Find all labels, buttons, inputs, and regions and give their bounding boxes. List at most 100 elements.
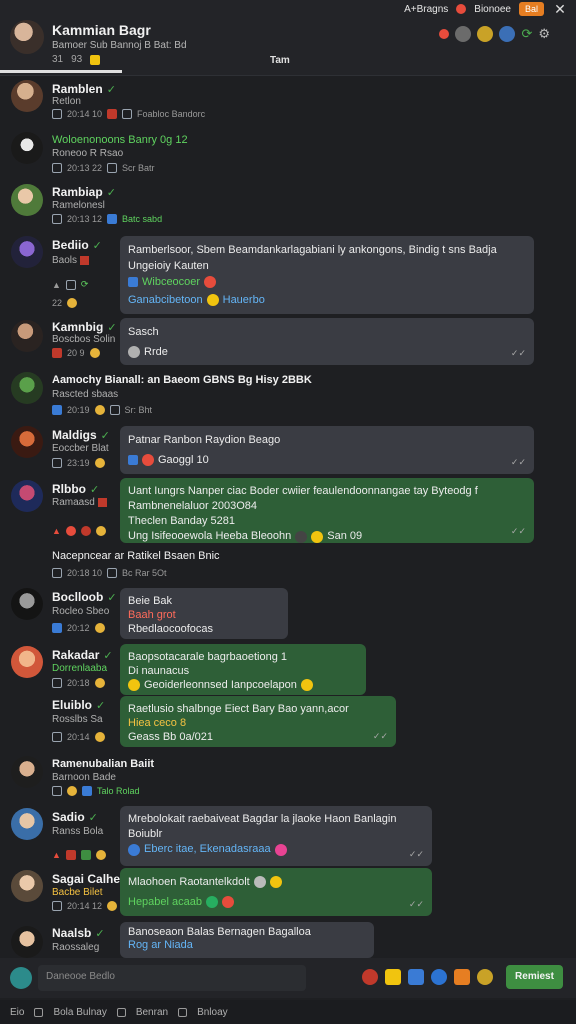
sender-subtitle: Bacbe Bilet xyxy=(52,887,103,898)
avatar[interactable] xyxy=(11,808,43,840)
avatar[interactable] xyxy=(11,184,43,216)
reactions: Hepabel acaab xyxy=(128,894,424,910)
record-icon[interactable] xyxy=(362,969,378,985)
alert-icon[interactable] xyxy=(456,4,467,14)
footer-item-2[interactable]: Bola Bulnay xyxy=(53,1007,106,1018)
chat-header: A+Bragns Bionoee Bal ✕ Kammian Bagr Bamo… xyxy=(0,0,576,76)
message-bubble[interactable]: Ramberlsoor, Sbem Beamdankarlagabiani ly… xyxy=(120,236,534,314)
message-bubble[interactable]: Banoseaon Balas Bernagen Bagalloa Rog ar… xyxy=(120,922,374,958)
avatar[interactable] xyxy=(11,588,43,620)
sender-subtitle: Ranss Bola xyxy=(52,826,104,837)
message-bubble[interactable]: Patnar Ranbon Raydion Beago Gaoggl 10 ✓✓ xyxy=(120,426,534,474)
settings-icon[interactable]: ⚙ xyxy=(538,26,550,42)
message-text: Rog ar Niada xyxy=(128,939,193,951)
avatar[interactable] xyxy=(11,756,43,788)
message-bubble[interactable]: Uant Iungrs Nanper ciac Boder cwiier fea… xyxy=(120,478,534,543)
footer-item-4[interactable]: Bnloay xyxy=(197,1007,228,1018)
avatar[interactable] xyxy=(11,870,43,902)
composer-icons xyxy=(362,969,493,985)
message-input[interactable]: Daneooe Bedlo xyxy=(38,965,306,991)
message-bubble[interactable]: Raetlusio shalbnge Eiect Bary Bao yann,a… xyxy=(120,696,396,747)
contact-name: Kammian Bagr xyxy=(52,22,151,38)
topbar-badge[interactable]: Bal xyxy=(518,2,544,16)
sender-subtitle: Rascted sbaas xyxy=(52,389,119,400)
sender-subtitle: Rosslbs Sa xyxy=(52,714,103,725)
calendar-icon xyxy=(52,678,62,688)
message-text: Sasch xyxy=(128,326,159,338)
avatar[interactable] xyxy=(11,320,43,352)
refresh-icon[interactable]: ⟳ xyxy=(521,26,532,42)
avatar[interactable] xyxy=(11,426,43,458)
avatar[interactable] xyxy=(11,236,43,268)
sender-subtitle: Barnoon Bade xyxy=(52,772,116,783)
emoji-icon[interactable] xyxy=(477,26,494,42)
topbar-link-1[interactable]: A+Bragns xyxy=(404,4,448,15)
emoji-icon xyxy=(67,786,77,796)
message-text: Baah grot xyxy=(128,609,176,621)
avatar[interactable] xyxy=(11,80,43,112)
message-links: Ganabcibetoon Hauerbo xyxy=(128,294,265,306)
close-icon[interactable]: ✕ xyxy=(552,1,568,18)
reactions: Gaoggl 10 xyxy=(128,452,526,468)
read-receipt-icon: ✓✓ xyxy=(510,526,526,536)
emoji-icon xyxy=(94,458,105,468)
footer-item-3[interactable]: Benran xyxy=(136,1007,168,1018)
sender-name: Sadio ✓ xyxy=(52,810,98,824)
message-bubble[interactable]: Sasch Rrde ✓✓ xyxy=(120,318,534,365)
avatar-icon[interactable] xyxy=(455,26,472,42)
header-icons: ⟳ ⚙ xyxy=(439,26,550,42)
message-text: Rambnenelaluor 2003O84 xyxy=(128,500,258,512)
avatar[interactable] xyxy=(11,372,43,404)
checkbox-icon[interactable] xyxy=(178,1007,188,1017)
attach-icon[interactable] xyxy=(10,967,32,989)
sender-subtitle: Dorrenlaaba xyxy=(52,663,108,674)
send-button[interactable]: Remiest xyxy=(506,965,563,989)
emoji-icon[interactable] xyxy=(477,969,493,985)
footer-item-1[interactable]: Eio xyxy=(10,1007,24,1018)
message-meta: 20:13 22 Scr Batr xyxy=(52,163,155,173)
emoji-icon xyxy=(94,732,105,742)
avatar[interactable] xyxy=(10,20,44,54)
checkbox-icon[interactable] xyxy=(34,1007,44,1017)
sender-name: Woloenonoons Banry 0g 12 xyxy=(52,134,188,146)
avatar[interactable] xyxy=(11,480,43,512)
message-text: Baopsotacarale bagrbaoetiong 1 xyxy=(128,651,288,663)
message-text: Mrebolokait raebaiveat Bagdar la jlaoke … xyxy=(128,813,397,825)
avatar[interactable] xyxy=(11,926,43,958)
message-bubble[interactable]: Mrebolokait raebaiveat Bagdar la jlaoke … xyxy=(120,806,432,866)
emoji-icon xyxy=(95,526,106,536)
avatar[interactable] xyxy=(11,132,43,164)
sticker-icon[interactable] xyxy=(385,969,401,985)
globe-icon[interactable] xyxy=(431,969,447,985)
read-receipt-icon: ✓✓ xyxy=(510,348,526,358)
emoji-icon xyxy=(94,678,105,688)
file-icon xyxy=(80,850,91,860)
message-meta: 20:18 10 Bc Rar 5Ot xyxy=(52,568,167,578)
message-text: Patnar Ranbon Raydion Beago xyxy=(128,434,281,446)
message-bubble[interactable]: Baopsotacarale bagrbaoetiong 1 Di naunac… xyxy=(120,644,366,695)
sender-name: Ramblen ✓ xyxy=(52,82,116,96)
tab-label[interactable]: Tam xyxy=(270,55,290,66)
image-icon[interactable] xyxy=(408,969,424,985)
reactions: Eberc itae, Ekenadasraaa xyxy=(128,842,424,857)
read-receipt-icon: ✓✓ xyxy=(372,731,388,741)
topbar-link-2[interactable]: Bionoee xyxy=(474,4,511,15)
globe-icon[interactable] xyxy=(499,26,516,42)
gift-icon[interactable] xyxy=(454,969,470,985)
message-bubble[interactable]: Mlaohoen Raotantelkdolt Hepabel acaab ✓✓ xyxy=(120,868,432,916)
composer: Daneooe Bedlo Remiest xyxy=(0,958,576,998)
record-icon[interactable] xyxy=(439,29,450,39)
sender-name: Bediio ✓ xyxy=(52,238,102,252)
flag-icon xyxy=(52,348,62,358)
file-icon xyxy=(52,405,62,415)
checkbox-icon[interactable] xyxy=(116,1007,126,1017)
contact-subtitle: Bamoer Sub Bannoj B Bat: Bd xyxy=(52,40,187,51)
calendar-icon xyxy=(52,163,62,173)
message-text: Mlaohoen Raotantelkdolt xyxy=(128,874,424,890)
reactions: Ung Isifeooewola Heeba Bleoohn San 09 xyxy=(128,530,363,543)
avatar[interactable] xyxy=(11,646,43,678)
message-bubble[interactable]: Beie Bak Baah grot Rbedlaocoofocas xyxy=(120,588,288,639)
topbar: A+Bragns Bionoee Bal ✕ xyxy=(404,0,568,18)
message-text: Banoseaon Balas Bernagen Bagalloa xyxy=(128,926,311,938)
sender-subtitle: Rocleo Sbeo xyxy=(52,606,110,617)
